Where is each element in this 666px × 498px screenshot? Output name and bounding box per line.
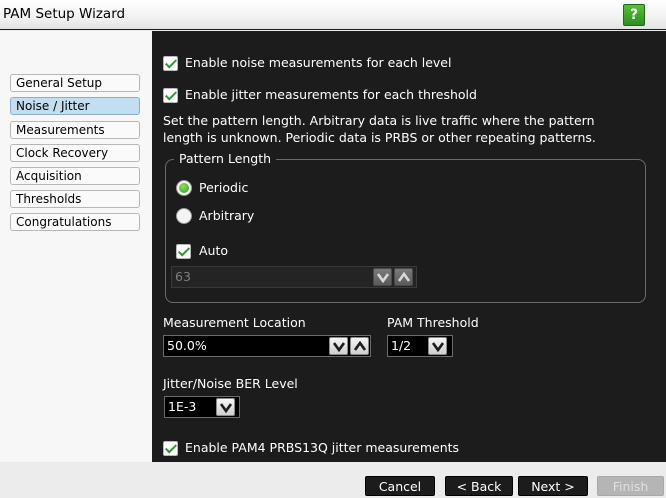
chevron-up-icon xyxy=(354,341,366,351)
prbs13q-jitter-label: Enable PAM4 PRBS13Q jitter measurements xyxy=(185,440,460,455)
arbitrary-radio[interactable] xyxy=(176,208,192,224)
description-line-1: Set the pattern length. Arbitrary data i… xyxy=(163,113,595,128)
pattern-length-group: Pattern Length Periodic Arbitrary Auto 6… xyxy=(165,151,646,303)
nav-item-acquisition[interactable]: Acquisition xyxy=(10,167,140,185)
nav-item-noise-jitter[interactable]: Noise / Jitter xyxy=(10,97,140,115)
arbitrary-label: Arbitrary xyxy=(199,208,255,223)
nav-item-measurements[interactable]: Measurements xyxy=(10,121,140,139)
chevron-up-icon xyxy=(398,272,410,282)
finish-button[interactable]: Finish xyxy=(597,476,664,496)
ber-level-dropdown-button[interactable] xyxy=(216,398,235,416)
auto-checkbox[interactable] xyxy=(176,244,191,259)
next-button[interactable]: Next > xyxy=(518,476,588,496)
noise-measurements-checkbox[interactable] xyxy=(163,56,178,71)
chevron-down-icon xyxy=(377,273,389,283)
measurement-location-increment-button[interactable] xyxy=(350,337,369,355)
button-bar: Cancel < Back Next > Finish xyxy=(0,462,666,498)
nav-item-thresholds[interactable]: Thresholds xyxy=(10,190,140,208)
chevron-down-icon xyxy=(333,342,345,352)
prbs13q-jitter-checkbox[interactable] xyxy=(163,441,178,456)
pattern-length-title: Pattern Length xyxy=(174,151,277,166)
periodic-radio[interactable] xyxy=(176,180,192,196)
pam-threshold-label: PAM Threshold xyxy=(387,315,479,330)
wizard-nav: General Setup Noise / Jitter Measurement… xyxy=(0,31,152,462)
back-button[interactable]: < Back xyxy=(445,476,513,496)
help-button[interactable]: ? xyxy=(623,4,645,26)
title-bar: PAM Setup Wizard ? xyxy=(0,0,666,30)
cancel-button[interactable]: Cancel xyxy=(365,476,435,496)
pattern-length-decrement-button[interactable] xyxy=(373,268,392,286)
periodic-label: Periodic xyxy=(199,180,249,195)
noise-measurements-label: Enable noise measurements for each level xyxy=(185,55,452,70)
jitter-measurements-checkbox[interactable] xyxy=(163,88,178,103)
ber-level-label: Jitter/Noise BER Level xyxy=(163,376,298,391)
nav-item-congratulations[interactable]: Congratulations xyxy=(10,213,140,231)
auto-label: Auto xyxy=(199,243,229,258)
jitter-measurements-label: Enable jitter measurements for each thre… xyxy=(185,87,477,102)
measurement-location-decrement-button[interactable] xyxy=(329,337,348,355)
chevron-down-icon xyxy=(220,403,232,413)
pattern-length-increment-button[interactable] xyxy=(394,268,413,286)
window-title: PAM Setup Wizard xyxy=(3,6,126,22)
main-panel: Enable noise measurements for each level… xyxy=(152,31,666,462)
pam-threshold-dropdown-button[interactable] xyxy=(428,337,447,355)
nav-item-clock-recovery[interactable]: Clock Recovery xyxy=(10,144,140,162)
chevron-down-icon xyxy=(432,342,444,352)
nav-item-general-setup[interactable]: General Setup xyxy=(10,74,140,92)
description-line-2: length is unknown. Periodic data is PRBS… xyxy=(163,130,596,145)
measurement-location-label: Measurement Location xyxy=(163,315,306,330)
